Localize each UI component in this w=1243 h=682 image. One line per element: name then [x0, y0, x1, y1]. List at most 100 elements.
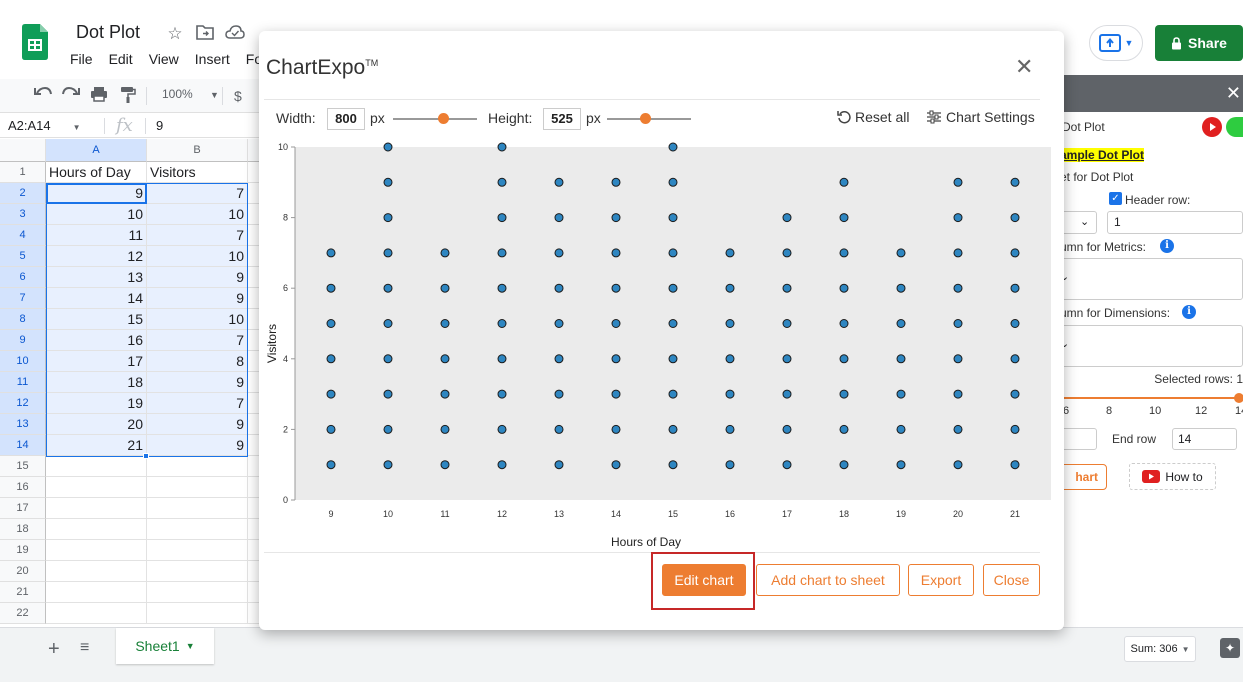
support-icon[interactable]: [1226, 117, 1243, 137]
menu-view[interactable]: View: [149, 51, 179, 67]
close-icon[interactable]: ✕: [1226, 83, 1241, 104]
table-cell[interactable]: [46, 477, 147, 498]
row-header[interactable]: 18: [0, 519, 46, 540]
table-cell[interactable]: 7: [147, 225, 248, 246]
table-cell[interactable]: 7: [147, 183, 248, 204]
column-header-a[interactable]: A: [46, 139, 147, 162]
table-cell[interactable]: [147, 540, 248, 561]
paint-format-icon[interactable]: [120, 86, 136, 110]
row-header[interactable]: 10: [0, 351, 46, 372]
row-header[interactable]: 8: [0, 309, 46, 330]
row-header[interactable]: 17: [0, 498, 46, 519]
add-sheet-icon[interactable]: +: [48, 638, 60, 661]
currency-format-button[interactable]: $: [234, 86, 242, 106]
table-cell[interactable]: [147, 498, 248, 519]
row-header[interactable]: 20: [0, 561, 46, 582]
column-header-b[interactable]: B: [147, 139, 248, 162]
present-button[interactable]: ▼: [1089, 25, 1143, 61]
table-cell[interactable]: 7: [147, 393, 248, 414]
row-header[interactable]: 9: [0, 330, 46, 351]
table-cell[interactable]: 10: [147, 309, 248, 330]
move-folder-icon[interactable]: [195, 24, 215, 44]
table-cell[interactable]: 10: [147, 204, 248, 225]
table-cell[interactable]: [46, 603, 147, 624]
height-input[interactable]: 525: [543, 108, 581, 130]
star-icon[interactable]: ☆: [165, 24, 185, 44]
table-cell[interactable]: 17: [46, 351, 147, 372]
table-cell[interactable]: 14: [46, 288, 147, 309]
table-cell[interactable]: Visitors: [147, 162, 248, 183]
row-header[interactable]: 5: [0, 246, 46, 267]
table-cell[interactable]: 15: [46, 309, 147, 330]
sample-link[interactable]: ample Dot Plot: [1060, 148, 1145, 162]
export-button[interactable]: Export: [908, 564, 974, 596]
table-cell[interactable]: [46, 519, 147, 540]
zoom-select[interactable]: 100% ▼: [162, 87, 219, 101]
name-box[interactable]: A2:A14 ▼: [8, 118, 81, 133]
info-icon[interactable]: i: [1182, 305, 1196, 319]
row-header[interactable]: 7: [0, 288, 46, 309]
reset-all-button[interactable]: Reset all: [837, 109, 909, 125]
row-header[interactable]: 3: [0, 204, 46, 225]
select-all-corner[interactable]: [0, 139, 46, 162]
table-cell[interactable]: 20: [46, 414, 147, 435]
row-header[interactable]: 19: [0, 540, 46, 561]
table-cell[interactable]: Hours of Day: [46, 162, 147, 183]
table-cell[interactable]: 11: [46, 225, 147, 246]
table-cell[interactable]: 21: [46, 435, 147, 456]
row-header[interactable]: 15: [0, 456, 46, 477]
table-cell[interactable]: [147, 561, 248, 582]
undo-icon[interactable]: [34, 86, 52, 106]
row-header[interactable]: 12: [0, 393, 46, 414]
cloud-saved-icon[interactable]: [225, 24, 245, 44]
table-cell[interactable]: 19: [46, 393, 147, 414]
row-header[interactable]: 11: [0, 372, 46, 393]
row-header[interactable]: 6: [0, 267, 46, 288]
table-cell[interactable]: 9: [46, 183, 147, 204]
table-cell[interactable]: 18: [46, 372, 147, 393]
print-icon[interactable]: [90, 86, 108, 108]
close-button[interactable]: Close: [983, 564, 1040, 596]
redo-icon[interactable]: [62, 86, 80, 106]
spreadsheet-grid[interactable]: A B 1 Hours of Day Visitors 2 9 7 3 10 10 4 11 7 5 12…: [0, 139, 260, 627]
fill-handle[interactable]: [143, 453, 149, 459]
metrics-select[interactable]: ⌄: [1056, 258, 1243, 300]
row-range-knob[interactable]: [1234, 393, 1243, 403]
row-header[interactable]: 14: [0, 435, 46, 456]
close-icon[interactable]: ✕: [1015, 56, 1033, 78]
width-input[interactable]: 800: [327, 108, 365, 130]
row-header[interactable]: 22: [0, 603, 46, 624]
row-header[interactable]: 13: [0, 414, 46, 435]
table-cell[interactable]: [147, 519, 248, 540]
sheet-tab-sheet1[interactable]: Sheet1 ▼: [116, 628, 214, 664]
table-cell[interactable]: [46, 540, 147, 561]
sheets-logo-icon[interactable]: [22, 24, 48, 60]
document-title[interactable]: Dot Plot: [76, 22, 140, 43]
table-cell[interactable]: 10: [147, 246, 248, 267]
sheet-select[interactable]: ⌄: [1060, 211, 1097, 234]
add-chart-to-sheet-button[interactable]: Add chart to sheet: [756, 564, 900, 596]
table-cell[interactable]: [147, 477, 248, 498]
table-cell[interactable]: [147, 456, 248, 477]
table-cell[interactable]: [147, 582, 248, 603]
table-cell[interactable]: 8: [147, 351, 248, 372]
table-cell[interactable]: 7: [147, 330, 248, 351]
table-cell[interactable]: [147, 603, 248, 624]
row-header[interactable]: 21: [0, 582, 46, 603]
table-cell[interactable]: 9: [147, 414, 248, 435]
explore-icon[interactable]: ✦: [1220, 638, 1240, 658]
info-icon[interactable]: i: [1160, 239, 1174, 253]
table-cell[interactable]: 16: [46, 330, 147, 351]
table-cell[interactable]: 9: [147, 288, 248, 309]
table-cell[interactable]: 9: [147, 267, 248, 288]
row-header[interactable]: 1: [0, 162, 46, 183]
table-cell[interactable]: [46, 498, 147, 519]
table-cell[interactable]: 9: [147, 435, 248, 456]
width-slider-knob[interactable]: [438, 113, 449, 124]
table-cell[interactable]: [46, 582, 147, 603]
all-sheets-icon[interactable]: ≡: [80, 639, 89, 657]
menu-file[interactable]: File: [70, 51, 93, 67]
dimensions-select[interactable]: ⌄: [1056, 325, 1243, 367]
chart-settings-button[interactable]: Chart Settings: [926, 109, 1035, 125]
table-cell[interactable]: [46, 456, 147, 477]
